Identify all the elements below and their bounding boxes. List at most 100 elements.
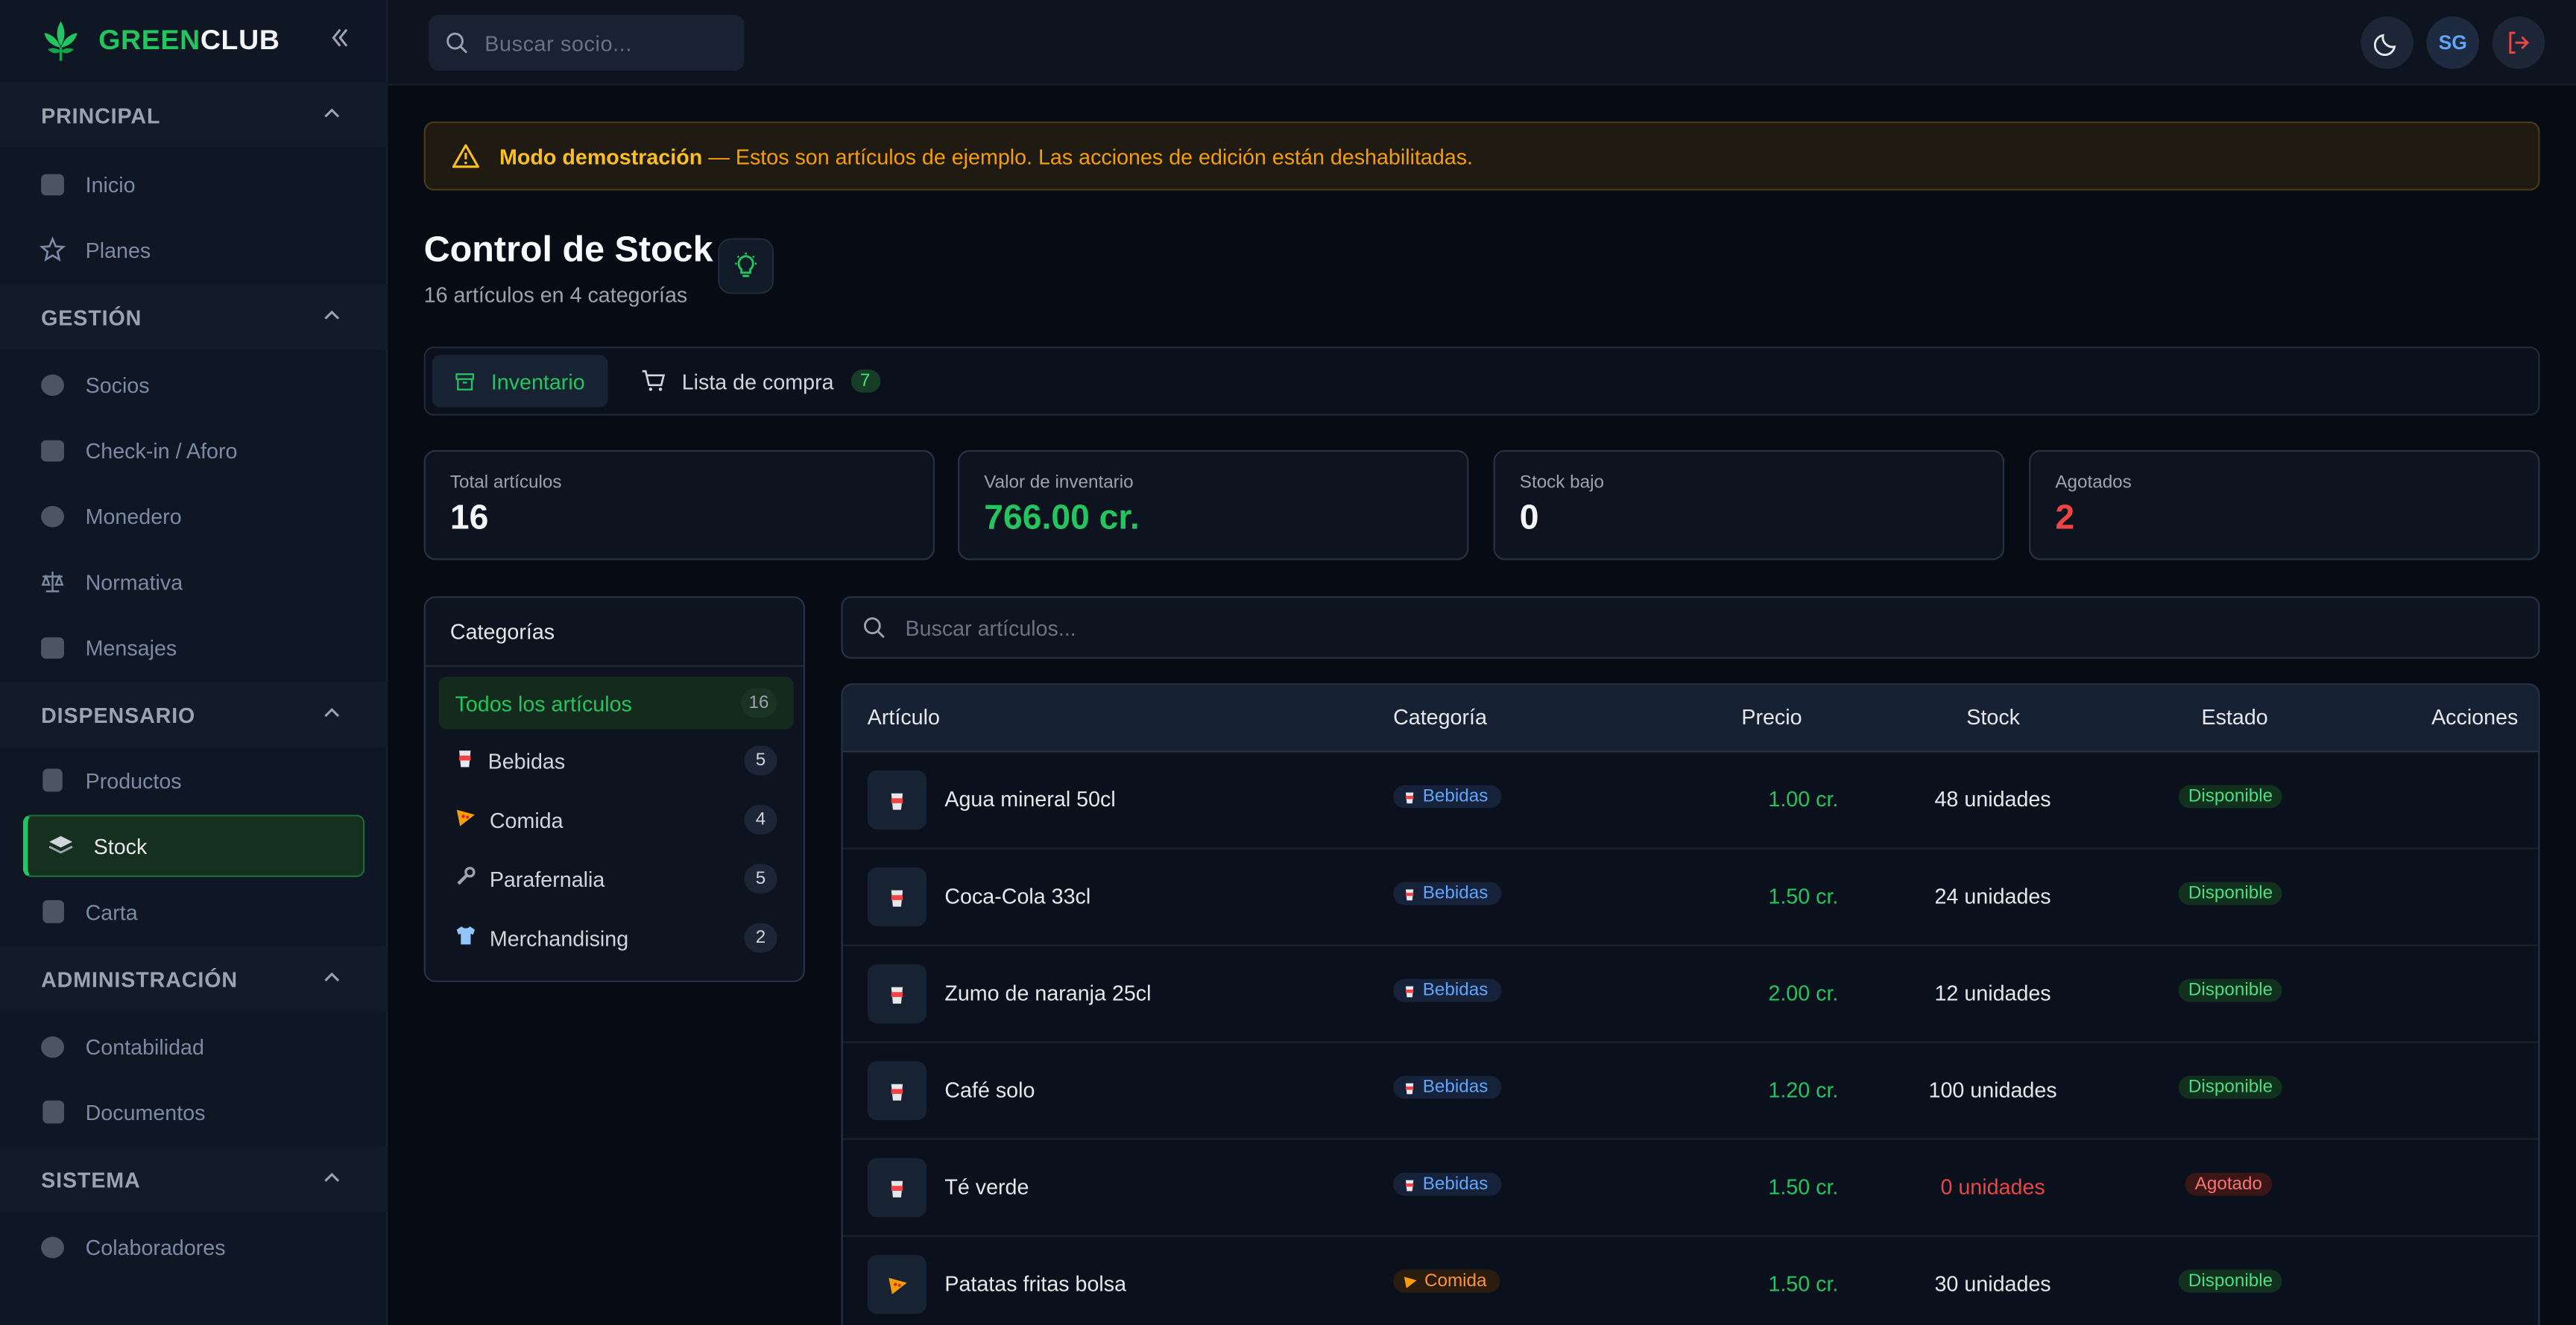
- category-count: 5: [744, 745, 777, 776]
- user-avatar[interactable]: SG: [2426, 16, 2479, 69]
- item-price: 1.50 cr.: [1768, 883, 1839, 908]
- category-label: Comida: [489, 807, 564, 832]
- tab-lista-compra[interactable]: Lista de compra 7: [618, 355, 903, 408]
- stat-value: 16: [449, 499, 489, 537]
- sidebar-item-checkin[interactable]: Check-in / Aforo: [40, 426, 362, 475]
- member-search-input[interactable]: Buscar socio...: [429, 14, 745, 71]
- section-title: ADMINISTRACIÓN: [41, 967, 238, 992]
- category-badge: Bebidas: [1393, 1172, 1502, 1196]
- section-administracion[interactable]: ADMINISTRACIÓN: [0, 946, 388, 1012]
- category-parafernalia[interactable]: Parafernalia 5: [438, 853, 793, 905]
- sidebar-item-stock[interactable]: Stock: [22, 815, 365, 877]
- cup-icon: [867, 770, 927, 830]
- brand-name-club: CLUB: [200, 25, 280, 56]
- table-row[interactable]: Zumo de naranja 25cl Bebidas 2.00 cr. 12…: [842, 946, 2539, 1043]
- section-sistema[interactable]: SISTEMA: [0, 1146, 388, 1212]
- search-icon: [864, 617, 885, 639]
- stat-value: 0: [1519, 499, 1539, 537]
- category-count: 2: [744, 923, 777, 953]
- table-row[interactable]: Coca-Cola 33cl Bebidas 1.50 cr. 24 unida…: [842, 850, 2539, 946]
- pizza-icon: [1404, 1276, 1417, 1288]
- search-placeholder: Buscar socio...: [484, 30, 633, 55]
- category-label: Bebidas: [487, 747, 566, 774]
- categories-panel: Categorías Todos los artículos 16 Bebida…: [423, 596, 806, 983]
- category-bebidas[interactable]: Bebidas 5: [438, 734, 793, 787]
- cart-icon: [642, 370, 666, 391]
- tab-inventario[interactable]: Inventario: [432, 355, 608, 408]
- app-window: GREENCLUB PRINCIPAL Inicio Planes GESTIÓ…: [0, 0, 2576, 1325]
- category-all[interactable]: Todos los artículos 16: [438, 677, 794, 730]
- wrench-icon: [455, 866, 477, 892]
- section-title: DISPENSARIO: [41, 702, 196, 727]
- sidebar-item-planes[interactable]: Planes: [39, 225, 362, 274]
- column-header-precio[interactable]: Precio: [1741, 705, 1802, 730]
- column-header-categoria[interactable]: Categoría: [1393, 705, 1487, 730]
- sidebar-item-colaboradores[interactable]: Colaboradores: [40, 1222, 362, 1271]
- sidebar-item-mensajes[interactable]: Mensajes: [40, 622, 362, 671]
- item-name: Patatas fritas bolsa: [944, 1271, 1127, 1297]
- table-row[interactable]: Patatas fritas bolsa Comida 1.50 cr. 30 …: [843, 1237, 2539, 1325]
- item-stock: 100 unidades: [1928, 1077, 2057, 1102]
- cup-icon: [867, 964, 927, 1024]
- theme-toggle-button[interactable]: [2361, 16, 2414, 69]
- pizza-icon: [455, 806, 477, 832]
- stat-label: Valor de inventario: [984, 472, 1134, 493]
- status-badge: Disponible: [2178, 785, 2283, 809]
- section-dispensario[interactable]: DISPENSARIO: [0, 681, 388, 747]
- column-header-acciones: Acciones: [2431, 704, 2519, 730]
- collapse-sidebar-button[interactable]: [325, 26, 355, 56]
- status-badge: Disponible: [2178, 1075, 2283, 1099]
- table-row[interactable]: Café solo Bebidas 1.20 cr. 100 unidades …: [842, 1043, 2539, 1140]
- category-badge: Bebidas: [1393, 882, 1502, 905]
- column-header-estado[interactable]: Estado: [2201, 705, 2267, 730]
- tab-label: Inventario: [490, 368, 585, 393]
- sidebar-item-monedero[interactable]: Monedero: [40, 491, 362, 540]
- sidebar-item-documentos[interactable]: Documentos: [40, 1087, 362, 1136]
- demo-mode-banner: Modo demostración — Estos son artículos …: [423, 121, 2540, 191]
- sidebar-item-label: Carta: [85, 899, 138, 924]
- table-row[interactable]: Agua mineral 50cl Bebidas 1.00 cr. 48 un…: [842, 752, 2539, 850]
- item-stock: 0 unidades: [1940, 1174, 2045, 1199]
- leaf-logo-icon: [44, 21, 78, 61]
- star-icon: [39, 236, 66, 262]
- sidebar-item-normativa[interactable]: Normativa: [40, 557, 362, 606]
- cup-icon: [867, 1060, 927, 1121]
- logout-icon: [2509, 31, 2530, 54]
- category-badge-label: Bebidas: [1422, 1077, 1489, 1098]
- tips-button[interactable]: [718, 238, 774, 294]
- column-header-stock[interactable]: Stock: [1966, 705, 2020, 730]
- status-badge: Disponible: [2178, 1269, 2283, 1293]
- table-header: Artículo Categoría Precio Stock Estado A…: [842, 685, 2539, 753]
- section-title: GESTIÓN: [41, 304, 142, 329]
- archive-icon: [455, 372, 475, 390]
- table-row[interactable]: Té verde Bebidas 1.50 cr. 0 unidades Ago…: [842, 1140, 2539, 1237]
- sidebar-item-inicio[interactable]: Inicio: [40, 159, 362, 209]
- item-stock: 24 unidades: [1934, 883, 2051, 908]
- sidebar-item-label: Inicio: [85, 171, 136, 197]
- category-merchandising[interactable]: Merchandising 2: [438, 911, 793, 964]
- category-comida[interactable]: Comida 4: [438, 794, 793, 847]
- column-header-articulo[interactable]: Artículo: [868, 705, 940, 730]
- brand-logo[interactable]: GREENCLUB: [40, 16, 280, 66]
- sidebar-item-label: Productos: [85, 768, 182, 793]
- page-subtitle: 16 artículos en 4 categorías: [423, 282, 688, 308]
- search-placeholder: Buscar artículos...: [905, 615, 1076, 640]
- category-badge: Bebidas: [1393, 1075, 1502, 1099]
- sidebar-item-contabilidad[interactable]: Contabilidad: [40, 1022, 362, 1071]
- logout-button[interactable]: [2492, 16, 2545, 69]
- item-price: 1.20 cr.: [1768, 1077, 1839, 1102]
- items-search-input[interactable]: Buscar artículos...: [841, 596, 2540, 659]
- status-badge: Disponible: [2178, 882, 2283, 905]
- coin-icon: [40, 502, 66, 528]
- category-badge-label: Comida: [1424, 1271, 1487, 1291]
- section-principal[interactable]: PRINCIPAL: [0, 82, 388, 148]
- sidebar-item-socios[interactable]: Socios: [40, 360, 362, 409]
- sidebar-item-productos[interactable]: Productos: [40, 756, 362, 805]
- sidebar-item-carta[interactable]: Carta: [40, 887, 362, 936]
- chat-icon: [40, 634, 66, 660]
- section-gestion[interactable]: GESTIÓN: [0, 284, 388, 350]
- chevron-up-icon: [324, 707, 340, 718]
- item-stock: 48 unidades: [1934, 786, 2051, 812]
- category-label: Merchandising: [489, 926, 629, 951]
- category-badge-label: Bebidas: [1422, 786, 1489, 807]
